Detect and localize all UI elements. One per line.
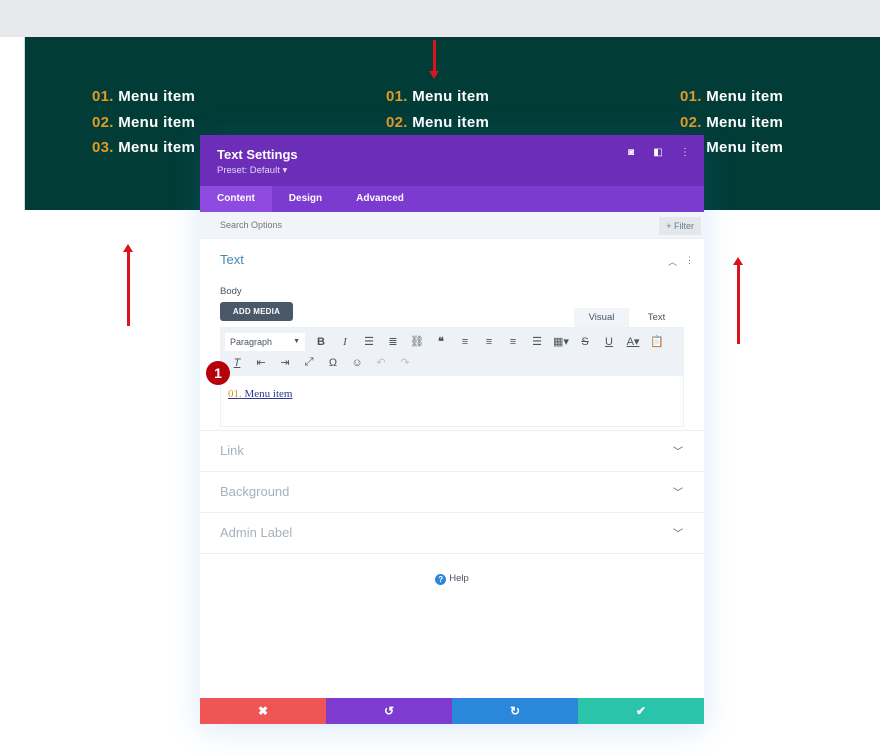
tab-design[interactable]: Design xyxy=(272,186,339,212)
annotation-badge: 1 xyxy=(206,361,230,385)
menu-item[interactable]: 01. Menu item xyxy=(386,88,489,114)
section-title-text[interactable]: Text xyxy=(220,252,244,267)
menu-item[interactable]: 01. Menu item xyxy=(92,88,195,114)
top-bar xyxy=(0,0,880,37)
emoji-icon[interactable]: ☺ xyxy=(345,357,369,369)
modal-header[interactable]: Text Settings Preset: Default ▾ ◙ ◧ ⋮ xyxy=(200,135,704,186)
rich-text-editor: Paragraph ▼ B I ☰ ≣ ⛓ ❝ ≡ ≡ ≡ ☰ ▦▾ S U A▾… xyxy=(220,327,684,427)
text-section: Text ︿ ⋮ Body ADD MEDIA Visual Text Para… xyxy=(200,239,704,431)
menu-item[interactable]: 03. Menu item xyxy=(92,139,195,165)
chevron-down-icon: ﹀ xyxy=(673,529,683,540)
section-admin-label[interactable]: Admin Label ﹀ xyxy=(200,513,704,554)
text-settings-modal: Text Settings Preset: Default ▾ ◙ ◧ ⋮ Co… xyxy=(200,135,704,724)
preset-dropdown[interactable]: Preset: Default ▾ xyxy=(217,165,704,176)
align-justify-icon[interactable]: ☰ xyxy=(525,335,549,348)
redo-button[interactable]: ↻ xyxy=(452,698,578,724)
modal-footer: ✖ ↺ ↻ ✔ xyxy=(200,698,704,724)
focus-icon[interactable]: ◙ xyxy=(626,147,636,158)
align-left-icon[interactable]: ≡ xyxy=(453,336,477,348)
body-label: Body xyxy=(220,286,242,297)
align-right-icon[interactable]: ≡ xyxy=(501,336,525,348)
bold-icon[interactable]: B xyxy=(309,336,333,348)
save-button[interactable]: ✔ xyxy=(578,698,704,724)
redo-icon[interactable]: ↷ xyxy=(393,356,417,369)
tab-visual[interactable]: Visual xyxy=(574,308,629,327)
section-background[interactable]: Background ﹀ xyxy=(200,472,704,513)
more-vertical-icon[interactable]: ⋮ xyxy=(685,255,694,268)
cancel-button[interactable]: ✖ xyxy=(200,698,326,724)
special-character-icon[interactable]: Ω xyxy=(321,357,345,369)
menu-column-1: 01. Menu item 02. Menu item 03. Menu ite… xyxy=(92,88,195,165)
italic-icon[interactable]: I xyxy=(333,336,357,348)
filter-button[interactable]: + Filter xyxy=(659,217,701,235)
strikethrough-icon[interactable]: S xyxy=(573,336,597,348)
section-link[interactable]: Link ﹀ xyxy=(200,431,704,472)
arrow-up-annotation xyxy=(733,257,743,344)
caret-down-icon: ▼ xyxy=(293,337,300,345)
indent-icon[interactable]: ⇥ xyxy=(273,356,297,369)
help-link[interactable]: ? Help xyxy=(200,573,704,585)
tab-text[interactable]: Text xyxy=(629,308,684,327)
tab-advanced[interactable]: Advanced xyxy=(339,186,421,212)
more-vertical-icon[interactable]: ⋮ xyxy=(680,147,690,158)
arrow-down-annotation xyxy=(429,40,439,79)
chevron-down-icon: ﹀ xyxy=(673,447,683,458)
format-select[interactable]: Paragraph ▼ xyxy=(225,332,305,351)
help-icon: ? xyxy=(435,574,447,585)
outdent-icon[interactable]: ⇤ xyxy=(249,356,273,369)
editor-content[interactable]: 01. Menu item xyxy=(221,376,683,412)
modal-tabs: Content Design Advanced xyxy=(200,186,704,212)
menu-item[interactable]: 02. Menu item xyxy=(92,114,195,140)
search-row: + Filter xyxy=(200,212,704,239)
editor-toolbar: Paragraph ▼ B I ☰ ≣ ⛓ ❝ ≡ ≡ ≡ ☰ ▦▾ S U A▾… xyxy=(221,328,683,376)
menu-item[interactable]: 01. Menu item xyxy=(680,88,783,114)
paste-icon[interactable]: 📋 xyxy=(645,335,669,348)
chevron-up-icon[interactable]: ︿ xyxy=(668,255,677,268)
blockquote-icon[interactable]: ❝ xyxy=(429,335,453,348)
undo-button[interactable]: ↺ xyxy=(326,698,452,724)
bullet-list-icon[interactable]: ☰ xyxy=(357,335,381,348)
underline-icon[interactable]: U xyxy=(597,336,621,348)
table-icon[interactable]: ▦▾ xyxy=(549,335,573,348)
add-media-button[interactable]: ADD MEDIA xyxy=(220,302,293,321)
arrow-up-annotation xyxy=(123,244,133,326)
tab-content[interactable]: Content xyxy=(200,186,272,212)
align-center-icon[interactable]: ≡ xyxy=(477,336,501,348)
link-icon[interactable]: ⛓ xyxy=(405,335,429,348)
text-color-icon[interactable]: A▾ xyxy=(621,335,645,348)
chevron-down-icon: ﹀ xyxy=(673,488,683,499)
search-options-input[interactable] xyxy=(220,212,620,239)
numbered-list-icon[interactable]: ≣ xyxy=(381,335,405,348)
undo-icon[interactable]: ↶ xyxy=(369,356,393,369)
fullscreen-icon[interactable]: ⤢ xyxy=(297,356,321,369)
sidebar-toggle-icon[interactable]: ◧ xyxy=(653,147,663,158)
